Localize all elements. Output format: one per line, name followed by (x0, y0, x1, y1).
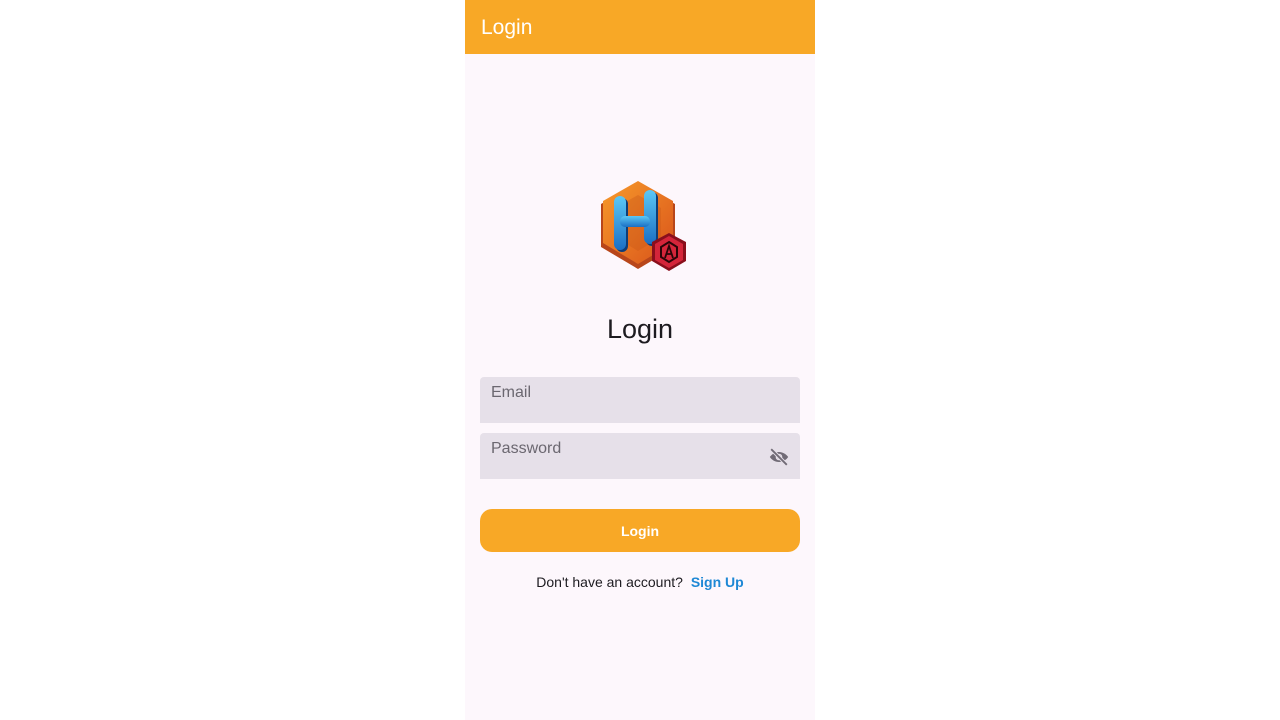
password-field-container[interactable] (480, 433, 800, 479)
email-field[interactable] (480, 377, 800, 423)
signup-row: Don't have an account? Sign Up (465, 572, 815, 592)
visibility-off-icon[interactable] (766, 444, 792, 470)
app-logo (598, 181, 690, 281)
login-button[interactable]: Login (480, 509, 800, 552)
screen: Login Login Email Login Don't have an ac… (0, 0, 1280, 720)
email-field-container[interactable] (480, 377, 800, 423)
app-screen: Login Login Email Login Don't have an ac… (465, 0, 815, 720)
app-bar: Login (465, 0, 815, 54)
password-field[interactable] (480, 433, 800, 479)
signup-prompt: Don't have an account? (536, 574, 683, 590)
signup-link[interactable]: Sign Up (691, 574, 744, 590)
hexagon-h-logo-icon (601, 181, 686, 271)
page-title: Login (606, 314, 674, 344)
app-bar-title: Login (481, 15, 533, 39)
